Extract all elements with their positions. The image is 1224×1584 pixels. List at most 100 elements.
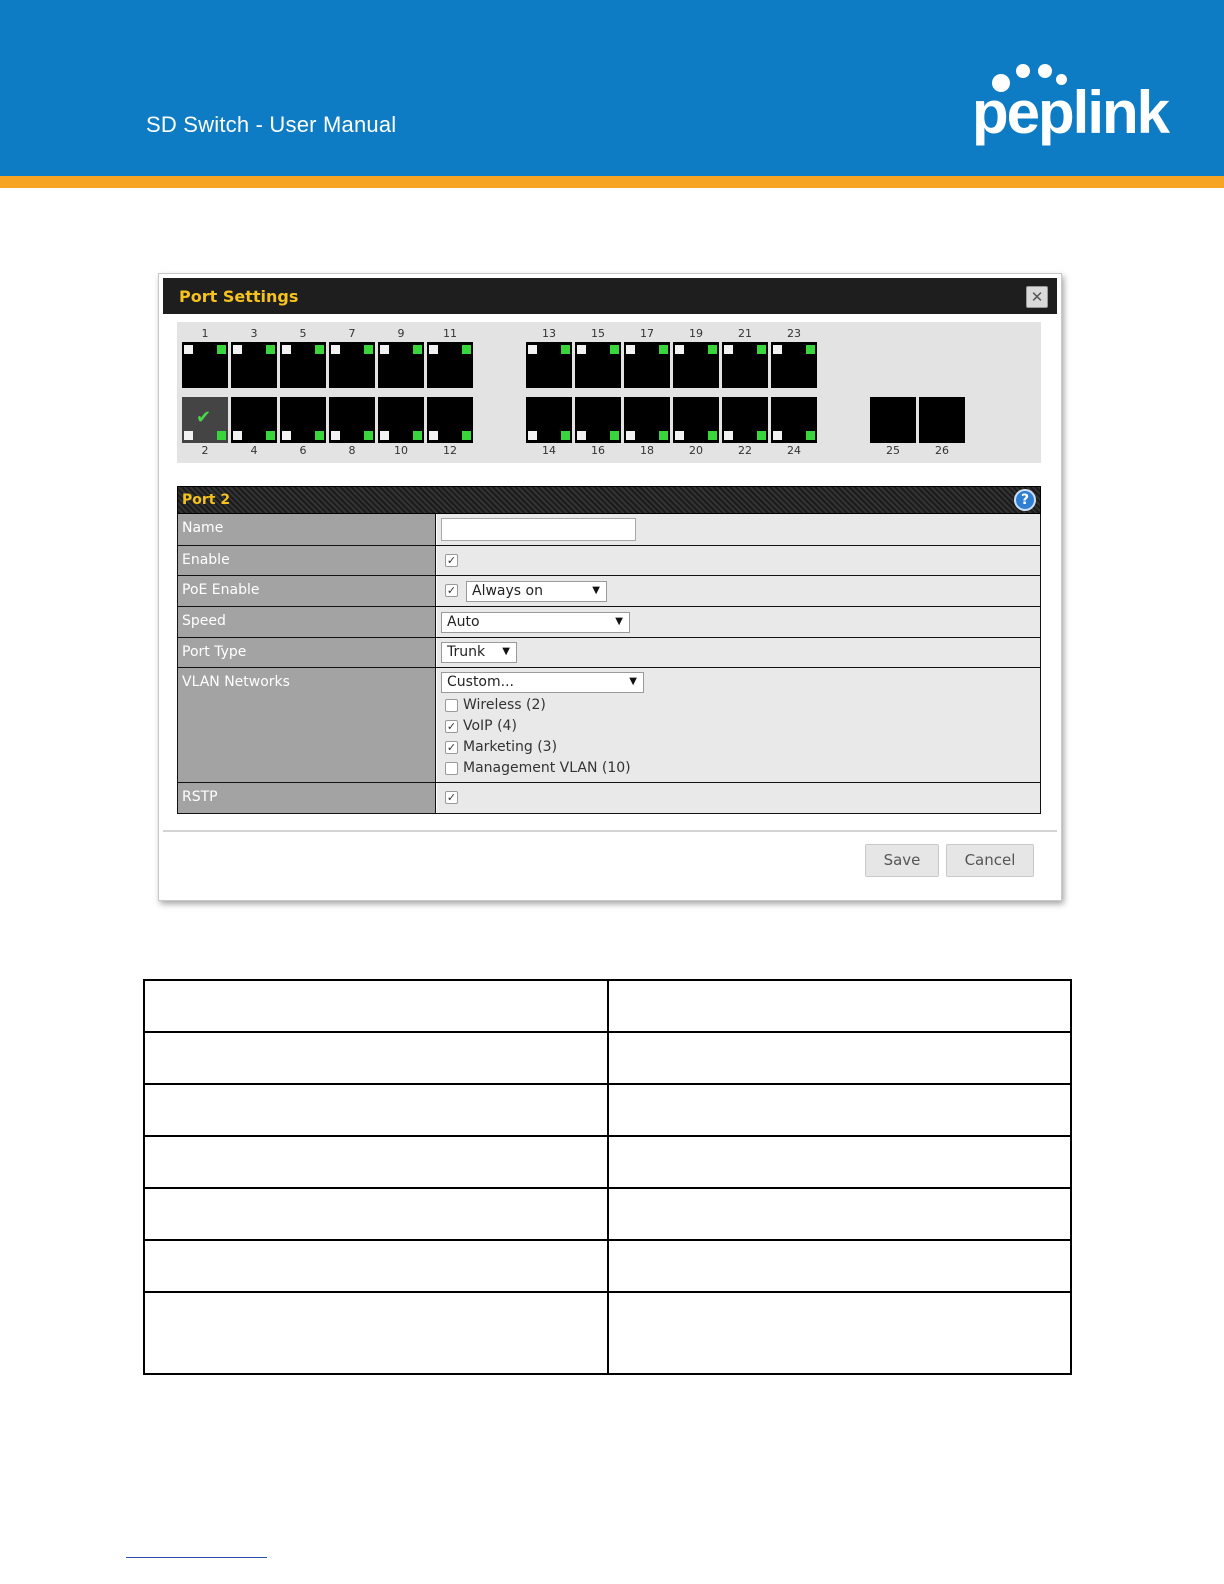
vlan-marketing-checkbox[interactable]: ✓ bbox=[445, 741, 458, 754]
port-number-label: 22 bbox=[738, 444, 752, 457]
switch-port-12[interactable] bbox=[427, 397, 473, 443]
vlan-wireless-checkbox[interactable] bbox=[445, 699, 458, 712]
port-number-label: 14 bbox=[542, 444, 556, 457]
port-number-label: 12 bbox=[443, 444, 457, 457]
switch-port-18[interactable] bbox=[624, 397, 670, 443]
port-settings-dialog: Port Settings ✕ 1 3 5 7 9 11 13 15 17 19 21 23 ✔ 2 4 6 8… bbox=[158, 273, 1062, 901]
switch-port-3[interactable] bbox=[231, 342, 277, 388]
table-cell bbox=[143, 979, 609, 1033]
switch-port-map: 1 3 5 7 9 11 13 15 17 19 21 23 ✔ 2 4 6 8 10 12 14 16 18 20 22 24… bbox=[177, 322, 1041, 463]
rstp-checkbox[interactable]: ✓ bbox=[445, 791, 458, 804]
table-cell bbox=[143, 1031, 609, 1085]
table-cell bbox=[607, 1135, 1072, 1189]
port-activity-led bbox=[217, 431, 226, 440]
vlan-voip-checkbox[interactable]: ✓ bbox=[445, 720, 458, 733]
port-number-label: 9 bbox=[397, 327, 405, 340]
port-link-led bbox=[528, 345, 537, 354]
vlan-management-label: Management VLAN (10) bbox=[463, 760, 631, 776]
table-cell bbox=[143, 1239, 609, 1293]
port-activity-led bbox=[315, 345, 324, 354]
poe-mode-select[interactable]: Always on ▼ bbox=[466, 581, 607, 602]
port-number-label: 15 bbox=[591, 327, 605, 340]
switch-port-21[interactable] bbox=[722, 342, 768, 388]
table-cell bbox=[143, 1135, 609, 1189]
port-number-label: 11 bbox=[443, 327, 457, 340]
port-activity-led bbox=[659, 345, 668, 354]
port-link-led bbox=[282, 345, 291, 354]
peplink-logo: peplink bbox=[972, 62, 1170, 152]
table-cell bbox=[143, 1291, 609, 1375]
cancel-button[interactable]: Cancel bbox=[946, 844, 1034, 877]
port-form-header: Port 2 ? bbox=[177, 486, 1041, 514]
switch-port-24[interactable] bbox=[771, 397, 817, 443]
switch-port-7[interactable] bbox=[329, 342, 375, 388]
port-type-select[interactable]: Trunk ▼ bbox=[441, 642, 517, 663]
switch-port-16[interactable] bbox=[575, 397, 621, 443]
port-link-led bbox=[233, 431, 242, 440]
port-activity-led bbox=[659, 431, 668, 440]
port-activity-led bbox=[610, 431, 619, 440]
switch-port-26[interactable] bbox=[919, 397, 965, 443]
switch-port-20[interactable] bbox=[673, 397, 719, 443]
port-activity-led bbox=[806, 431, 815, 440]
switch-port-23[interactable] bbox=[771, 342, 817, 388]
switch-port-4[interactable] bbox=[231, 397, 277, 443]
port-link-led bbox=[626, 345, 635, 354]
vlan-management-checkbox[interactable] bbox=[445, 762, 458, 775]
selected-check-icon: ✔ bbox=[196, 407, 212, 428]
switch-port-19[interactable] bbox=[673, 342, 719, 388]
vlan-row: VLAN Networks Custom... ▼ Wireless (2) ✓… bbox=[177, 668, 1041, 783]
port-activity-led bbox=[757, 431, 766, 440]
switch-port-15[interactable] bbox=[575, 342, 621, 388]
port-form-title: Port 2 bbox=[182, 492, 231, 508]
port-link-led bbox=[577, 431, 586, 440]
switch-port-17[interactable] bbox=[624, 342, 670, 388]
help-icon[interactable]: ? bbox=[1014, 489, 1036, 511]
switch-port-10[interactable] bbox=[378, 397, 424, 443]
switch-port-14[interactable] bbox=[526, 397, 572, 443]
port-number-label: 5 bbox=[299, 327, 307, 340]
port-link-led bbox=[429, 431, 438, 440]
port-number-label: 8 bbox=[348, 444, 356, 457]
port-link-led bbox=[184, 345, 193, 354]
switch-port-6[interactable] bbox=[280, 397, 326, 443]
switch-port-8[interactable] bbox=[329, 397, 375, 443]
name-label: Name bbox=[178, 514, 436, 545]
description-table bbox=[143, 979, 1072, 1375]
name-row: Name bbox=[177, 514, 1041, 546]
close-icon[interactable]: ✕ bbox=[1026, 286, 1048, 308]
switch-port-25[interactable] bbox=[870, 397, 916, 443]
port-type-value: Trunk bbox=[447, 644, 486, 660]
save-button[interactable]: Save bbox=[865, 844, 939, 877]
port-number-label: 17 bbox=[640, 327, 654, 340]
vlan-select[interactable]: Custom... ▼ bbox=[441, 672, 644, 693]
enable-label: Enable bbox=[178, 546, 436, 575]
vlan-label: VLAN Networks bbox=[178, 668, 436, 782]
port-link-led bbox=[577, 345, 586, 354]
switch-port-11[interactable] bbox=[427, 342, 473, 388]
switch-port-2[interactable]: ✔ bbox=[182, 397, 228, 443]
document-title: SD Switch - User Manual bbox=[146, 112, 397, 137]
vlan-marketing-label: Marketing (3) bbox=[463, 739, 558, 755]
port-number-label: 26 bbox=[935, 444, 949, 457]
switch-port-22[interactable] bbox=[722, 397, 768, 443]
name-input[interactable] bbox=[441, 518, 636, 541]
dropdown-arrow-icon: ▼ bbox=[592, 585, 600, 596]
port-link-led bbox=[773, 431, 782, 440]
switch-port-13[interactable] bbox=[526, 342, 572, 388]
switch-port-5[interactable] bbox=[280, 342, 326, 388]
table-cell bbox=[607, 1187, 1072, 1241]
poe-checkbox[interactable]: ✓ bbox=[445, 584, 458, 597]
table-cell bbox=[607, 979, 1072, 1033]
speed-select[interactable]: Auto ▼ bbox=[441, 612, 630, 633]
port-number-label: 19 bbox=[689, 327, 703, 340]
port-activity-led bbox=[364, 431, 373, 440]
table-cell bbox=[143, 1187, 609, 1241]
port-activity-led bbox=[462, 345, 471, 354]
poe-row: PoE Enable ✓ Always on ▼ bbox=[177, 576, 1041, 607]
table-cell bbox=[607, 1031, 1072, 1085]
switch-port-9[interactable] bbox=[378, 342, 424, 388]
enable-checkbox[interactable]: ✓ bbox=[445, 554, 458, 567]
switch-port-1[interactable] bbox=[182, 342, 228, 388]
port-number-label: 7 bbox=[348, 327, 356, 340]
